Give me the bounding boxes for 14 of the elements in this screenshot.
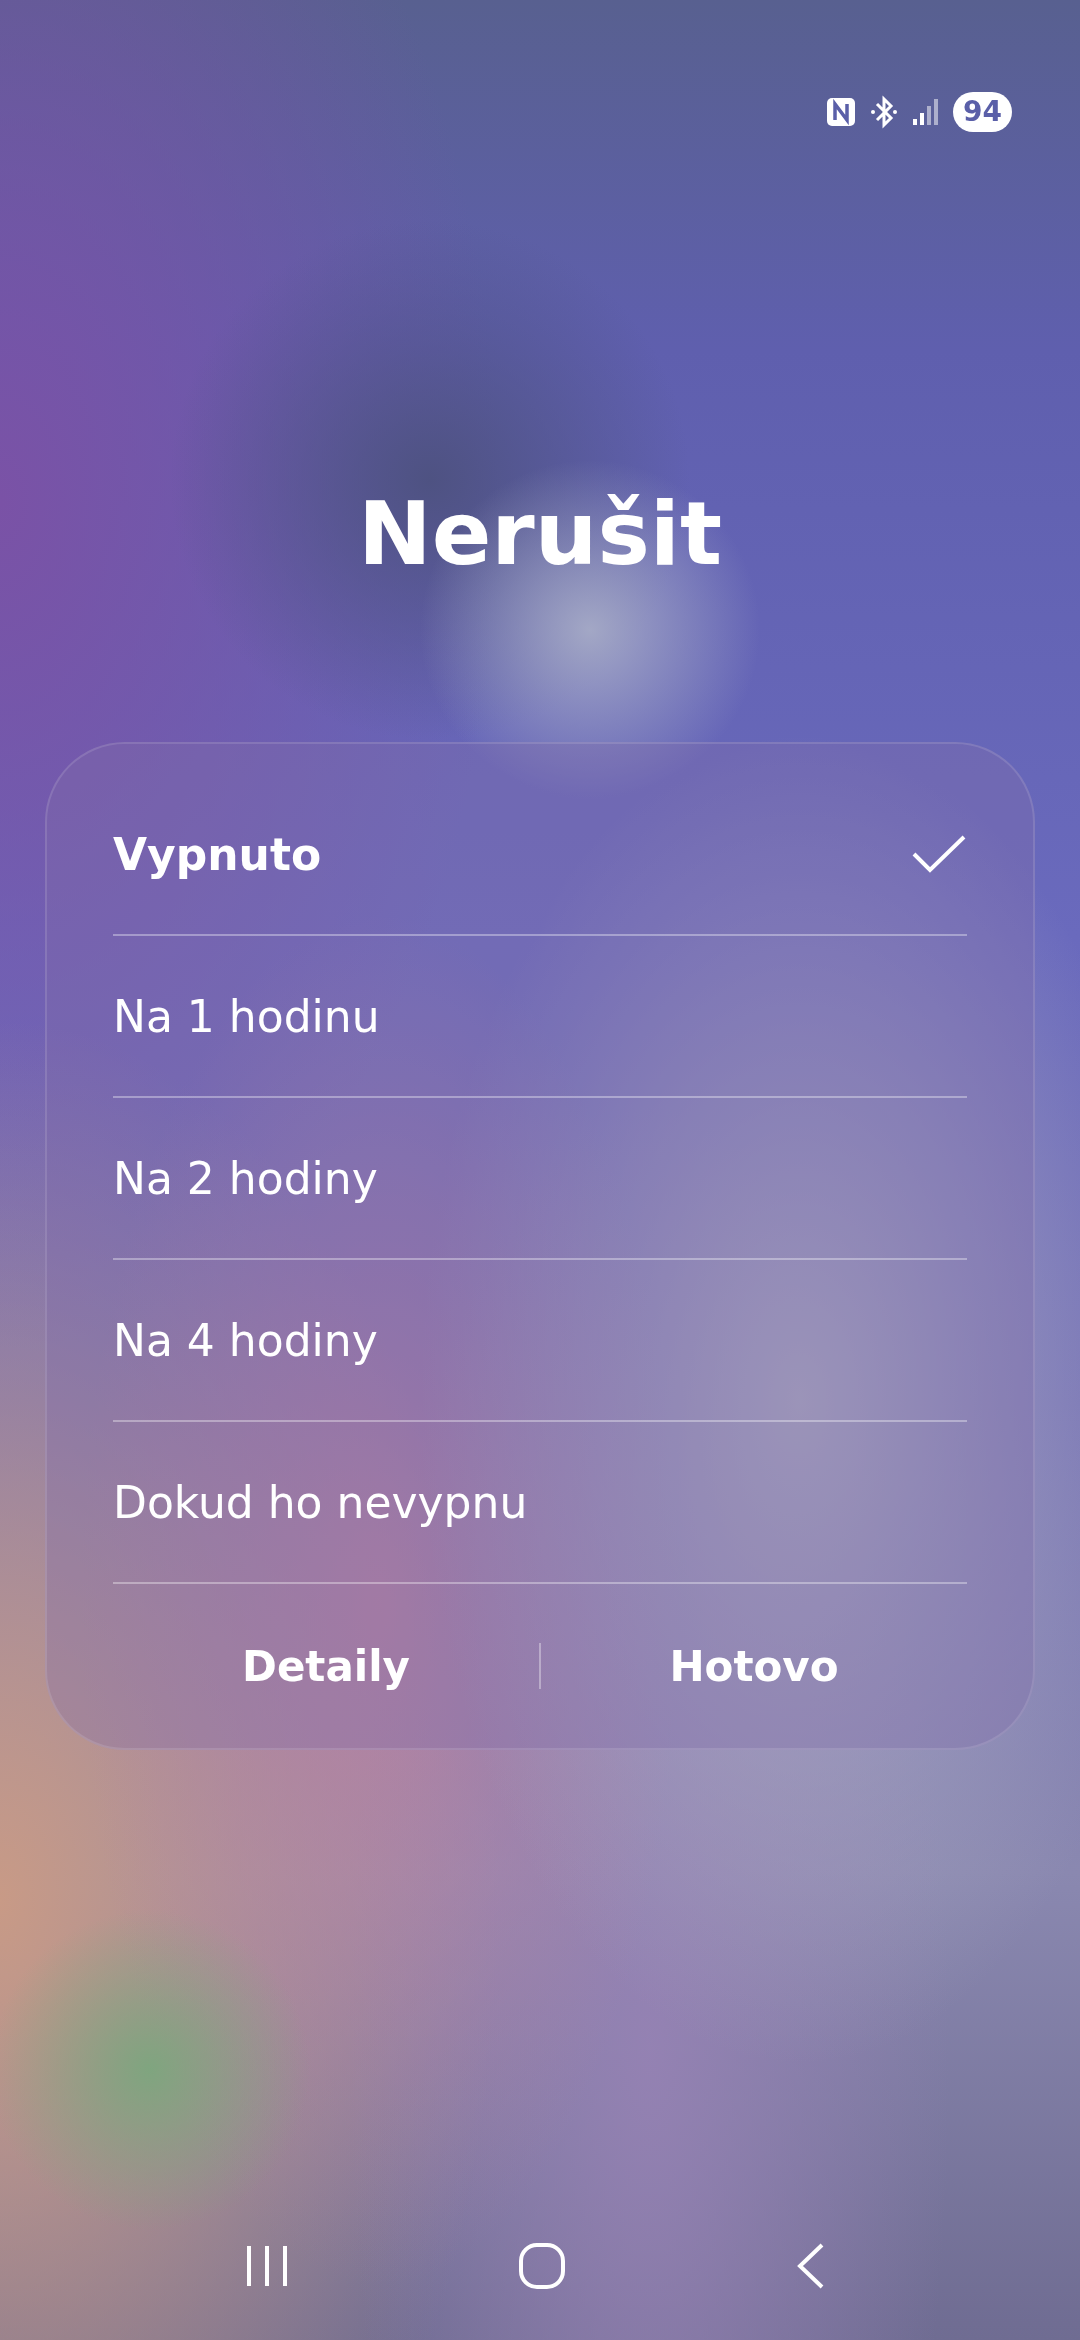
nfc-icon [825, 96, 858, 128]
check-icon [911, 834, 967, 874]
home-icon[interactable] [518, 2242, 566, 2290]
option-item[interactable]: Na 4 hodiny [113, 1260, 967, 1422]
done-button[interactable]: Hotovo [541, 1621, 967, 1711]
dialog-title: Nerušit [358, 482, 722, 585]
recent-apps-icon[interactable] [244, 2244, 290, 2288]
option-item[interactable]: Na 1 hodinu [113, 936, 967, 1098]
details-button[interactable]: Detaily [113, 1621, 539, 1711]
option-item[interactable]: Vypnuto [113, 774, 967, 936]
bluetooth-icon [869, 95, 900, 129]
battery-level: 94 [953, 92, 1012, 132]
option-item[interactable]: Na 2 hodiny [113, 1098, 967, 1260]
option-item[interactable]: Dokud ho nevypnu [113, 1422, 967, 1584]
